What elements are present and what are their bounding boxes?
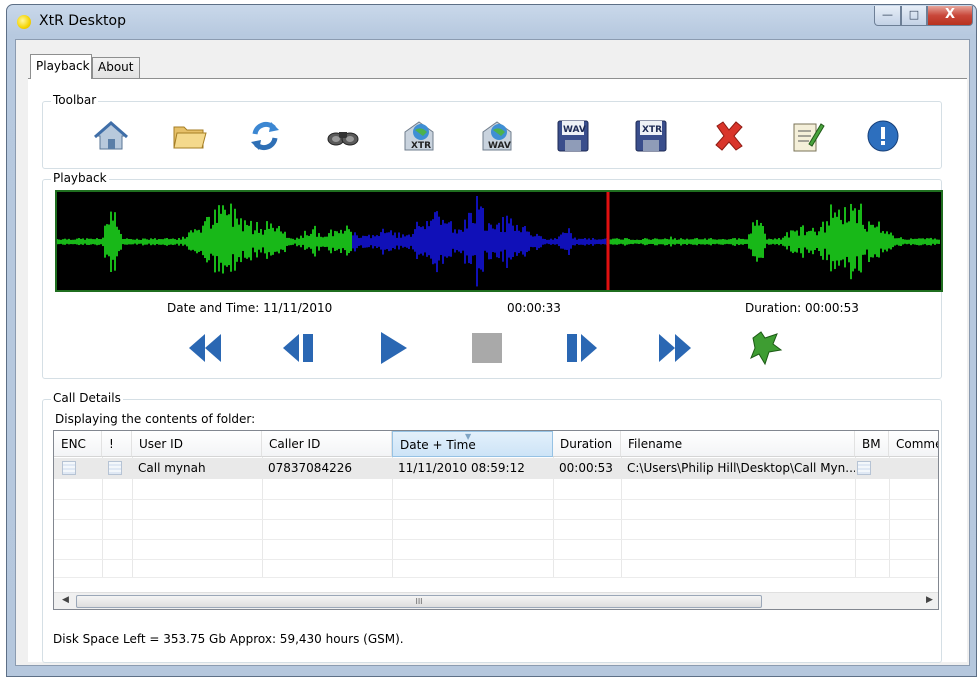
maximize-button[interactable]: □	[901, 6, 927, 26]
save-xtr-button[interactable]: XTR	[633, 118, 669, 154]
folder-icon	[173, 126, 207, 149]
col-enc[interactable]: ENC	[54, 431, 102, 457]
grid-divider	[54, 519, 938, 520]
svg-text:XTR: XTR	[642, 125, 662, 135]
close-button[interactable]: X	[927, 6, 973, 26]
toolbar-label: Toolbar	[51, 93, 99, 107]
col-bm[interactable]: BM	[855, 431, 889, 457]
grid-divider	[54, 559, 938, 560]
notes-icon	[793, 123, 825, 152]
svg-text:WAV: WAV	[563, 125, 586, 135]
col-user-id[interactable]: User ID	[132, 431, 262, 457]
sort-descending-icon: ▼	[465, 432, 472, 441]
save-xtr-icon: XTR	[635, 120, 667, 152]
horizontal-scrollbar[interactable]: ◀ III ▶	[54, 592, 938, 609]
delete-icon	[715, 121, 743, 151]
playback-tab-panel: Toolbar XTR WAV WAV XTR Playback Date an…	[28, 78, 967, 663]
calls-grid[interactable]: ENC ! User ID Caller ID ▼ Date + Time Du…	[53, 430, 939, 610]
svg-text:XTR: XTR	[411, 141, 431, 151]
date-time-text: Date and Time: 11/11/2010	[167, 301, 333, 315]
col-caller-id[interactable]: Caller ID	[262, 431, 392, 457]
client-area: Playback About Toolbar XTR WAV WAV XTR P…	[15, 39, 970, 666]
cell-duration: 00:00:53	[559, 461, 613, 475]
position-text: 00:00:33	[507, 301, 561, 315]
step-back-icon	[283, 334, 313, 362]
grid-divider	[54, 539, 938, 540]
search-button[interactable]	[325, 118, 361, 154]
stop-icon	[472, 333, 502, 363]
playback-label: Playback	[51, 171, 109, 185]
col-duration[interactable]: Duration	[553, 431, 621, 457]
duration-text: Duration: 00:00:53	[745, 301, 859, 315]
disk-space-status: Disk Space Left = 353.75 Gb Approx: 59,4…	[53, 632, 404, 646]
cell-user-id: Call mynah	[138, 461, 206, 475]
bookmark-button[interactable]	[747, 328, 787, 368]
export-xtr-button[interactable]: XTR	[401, 118, 437, 154]
delete-button[interactable]	[711, 118, 747, 154]
minimize-button[interactable]: —	[874, 6, 901, 26]
scroll-right-icon[interactable]: ▶	[926, 595, 933, 605]
info-icon	[867, 120, 899, 152]
tab-about[interactable]: About	[92, 57, 140, 78]
waveform-display[interactable]	[55, 190, 943, 292]
step-back-button[interactable]	[279, 328, 319, 368]
notes-button[interactable]	[789, 118, 825, 154]
step-forward-icon	[567, 334, 597, 362]
step-forward-button[interactable]	[561, 328, 601, 368]
col-comments[interactable]: Commer	[889, 431, 938, 457]
folder-text: Displaying the contents of folder:	[55, 412, 256, 426]
col-filename[interactable]: Filename	[621, 431, 855, 457]
binoculars-icon	[327, 132, 359, 146]
call-details-group: Call Details Displaying the contents of …	[42, 391, 942, 663]
window-title: XtR Desktop	[39, 13, 126, 29]
info-button[interactable]	[865, 118, 901, 154]
toolbar-group: Toolbar XTR WAV WAV XTR	[42, 93, 942, 169]
home-icon	[94, 121, 128, 150]
app-window: XtR Desktop — □ X Playback About Toolbar	[6, 4, 977, 677]
play-icon	[381, 332, 407, 364]
refresh-button[interactable]	[247, 118, 283, 154]
export-xtr-icon: XTR	[404, 121, 434, 151]
play-button[interactable]	[373, 328, 413, 368]
rewind-button[interactable]	[185, 328, 225, 368]
rewind-icon	[189, 334, 221, 362]
open-folder-button[interactable]	[171, 118, 207, 154]
grid-divider	[54, 577, 938, 578]
cell-date-time: 11/11/2010 08:59:12	[398, 461, 525, 475]
export-wav-icon: WAV	[482, 121, 512, 151]
app-icon	[17, 15, 31, 29]
playback-group: Playback Date and Time: 11/11/2010 00:00…	[42, 171, 943, 379]
scroll-left-icon[interactable]: ◀	[62, 595, 69, 605]
title-bar[interactable]: XtR Desktop — □ X	[7, 5, 976, 39]
save-wav-icon: WAV	[557, 120, 589, 152]
stop-button[interactable]	[467, 328, 507, 368]
bm-checkbox[interactable]	[857, 461, 871, 475]
bookmark-icon	[750, 331, 783, 366]
cell-caller-id: 07837084226	[268, 461, 352, 475]
cell-filename: C:\Users\Philip Hill\Desktop\Call Myn...	[627, 461, 855, 475]
refresh-icon	[251, 121, 279, 151]
svg-text:WAV: WAV	[488, 141, 511, 151]
fast-forward-button[interactable]	[655, 328, 695, 368]
tab-playback[interactable]: Playback	[30, 54, 92, 79]
scroll-thumb[interactable]: III	[76, 595, 762, 608]
table-row[interactable]: Call mynah 07837084226 11/11/2010 08:59:…	[54, 458, 938, 479]
flag-checkbox[interactable]	[108, 461, 122, 475]
fast-forward-icon	[659, 334, 691, 362]
call-details-label: Call Details	[51, 391, 123, 405]
export-wav-button[interactable]: WAV	[479, 118, 515, 154]
enc-checkbox[interactable]	[62, 461, 76, 475]
home-button[interactable]	[93, 118, 129, 154]
grid-divider	[54, 499, 938, 500]
col-date-time[interactable]: ▼ Date + Time	[392, 431, 553, 457]
waveform-graph	[57, 192, 940, 290]
col-flag[interactable]: !	[102, 431, 132, 457]
save-wav-button[interactable]: WAV	[555, 118, 591, 154]
